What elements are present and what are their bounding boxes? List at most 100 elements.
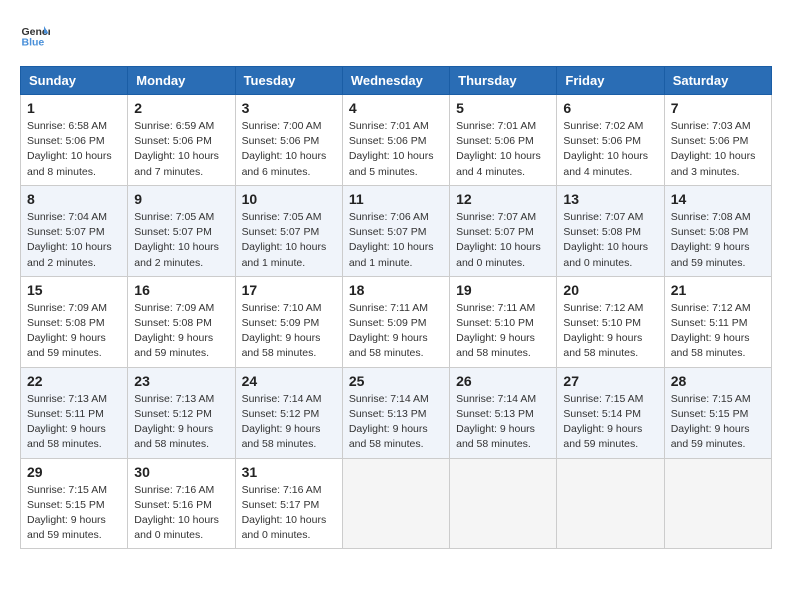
- calendar-cell: 5 Sunrise: 7:01 AM Sunset: 5:06 PM Dayli…: [450, 95, 557, 186]
- week-row-5: 29 Sunrise: 7:15 AM Sunset: 5:15 PM Dayl…: [21, 458, 772, 549]
- day-number: 29: [27, 464, 121, 480]
- day-info: Sunrise: 7:13 AM Sunset: 5:12 PM Dayligh…: [134, 392, 228, 453]
- day-info: Sunrise: 7:01 AM Sunset: 5:06 PM Dayligh…: [456, 119, 550, 180]
- calendar-cell: 23 Sunrise: 7:13 AM Sunset: 5:12 PM Dayl…: [128, 367, 235, 458]
- calendar-header-row: SundayMondayTuesdayWednesdayThursdayFrid…: [21, 67, 772, 95]
- calendar-cell: 25 Sunrise: 7:14 AM Sunset: 5:13 PM Dayl…: [342, 367, 449, 458]
- calendar-cell: 9 Sunrise: 7:05 AM Sunset: 5:07 PM Dayli…: [128, 185, 235, 276]
- calendar-cell: 11 Sunrise: 7:06 AM Sunset: 5:07 PM Dayl…: [342, 185, 449, 276]
- day-number: 9: [134, 191, 228, 207]
- calendar-cell: 4 Sunrise: 7:01 AM Sunset: 5:06 PM Dayli…: [342, 95, 449, 186]
- day-info: Sunrise: 7:12 AM Sunset: 5:10 PM Dayligh…: [563, 301, 657, 362]
- day-info: Sunrise: 7:08 AM Sunset: 5:08 PM Dayligh…: [671, 210, 765, 271]
- calendar-body: 1 Sunrise: 6:58 AM Sunset: 5:06 PM Dayli…: [21, 95, 772, 549]
- calendar-cell: 19 Sunrise: 7:11 AM Sunset: 5:10 PM Dayl…: [450, 276, 557, 367]
- calendar-cell: 14 Sunrise: 7:08 AM Sunset: 5:08 PM Dayl…: [664, 185, 771, 276]
- calendar-cell: 20 Sunrise: 7:12 AM Sunset: 5:10 PM Dayl…: [557, 276, 664, 367]
- calendar-cell: 27 Sunrise: 7:15 AM Sunset: 5:14 PM Dayl…: [557, 367, 664, 458]
- page-header: General Blue: [20, 20, 772, 50]
- day-number: 11: [349, 191, 443, 207]
- calendar-cell: 18 Sunrise: 7:11 AM Sunset: 5:09 PM Dayl…: [342, 276, 449, 367]
- day-info: Sunrise: 7:15 AM Sunset: 5:14 PM Dayligh…: [563, 392, 657, 453]
- day-info: Sunrise: 7:13 AM Sunset: 5:11 PM Dayligh…: [27, 392, 121, 453]
- day-info: Sunrise: 7:05 AM Sunset: 5:07 PM Dayligh…: [242, 210, 336, 271]
- calendar-cell: 10 Sunrise: 7:05 AM Sunset: 5:07 PM Dayl…: [235, 185, 342, 276]
- logo-icon: General Blue: [20, 20, 50, 50]
- day-number: 22: [27, 373, 121, 389]
- calendar-cell: 12 Sunrise: 7:07 AM Sunset: 5:07 PM Dayl…: [450, 185, 557, 276]
- svg-text:Blue: Blue: [22, 37, 45, 49]
- day-header-tuesday: Tuesday: [235, 67, 342, 95]
- day-info: Sunrise: 7:15 AM Sunset: 5:15 PM Dayligh…: [671, 392, 765, 453]
- calendar-cell: [450, 458, 557, 549]
- day-number: 7: [671, 100, 765, 116]
- calendar-cell: 29 Sunrise: 7:15 AM Sunset: 5:15 PM Dayl…: [21, 458, 128, 549]
- day-number: 14: [671, 191, 765, 207]
- day-info: Sunrise: 7:11 AM Sunset: 5:10 PM Dayligh…: [456, 301, 550, 362]
- day-number: 12: [456, 191, 550, 207]
- calendar-cell: 26 Sunrise: 7:14 AM Sunset: 5:13 PM Dayl…: [450, 367, 557, 458]
- day-number: 5: [456, 100, 550, 116]
- day-number: 17: [242, 282, 336, 298]
- day-info: Sunrise: 7:14 AM Sunset: 5:13 PM Dayligh…: [456, 392, 550, 453]
- week-row-2: 8 Sunrise: 7:04 AM Sunset: 5:07 PM Dayli…: [21, 185, 772, 276]
- calendar-cell: 1 Sunrise: 6:58 AM Sunset: 5:06 PM Dayli…: [21, 95, 128, 186]
- day-info: Sunrise: 7:15 AM Sunset: 5:15 PM Dayligh…: [27, 483, 121, 544]
- calendar-cell: 30 Sunrise: 7:16 AM Sunset: 5:16 PM Dayl…: [128, 458, 235, 549]
- day-info: Sunrise: 7:14 AM Sunset: 5:12 PM Dayligh…: [242, 392, 336, 453]
- calendar-cell: 8 Sunrise: 7:04 AM Sunset: 5:07 PM Dayli…: [21, 185, 128, 276]
- day-number: 6: [563, 100, 657, 116]
- day-number: 21: [671, 282, 765, 298]
- day-info: Sunrise: 7:03 AM Sunset: 5:06 PM Dayligh…: [671, 119, 765, 180]
- day-info: Sunrise: 7:02 AM Sunset: 5:06 PM Dayligh…: [563, 119, 657, 180]
- day-number: 30: [134, 464, 228, 480]
- day-number: 31: [242, 464, 336, 480]
- day-number: 16: [134, 282, 228, 298]
- calendar-cell: 16 Sunrise: 7:09 AM Sunset: 5:08 PM Dayl…: [128, 276, 235, 367]
- calendar-cell: 17 Sunrise: 7:10 AM Sunset: 5:09 PM Dayl…: [235, 276, 342, 367]
- day-info: Sunrise: 7:06 AM Sunset: 5:07 PM Dayligh…: [349, 210, 443, 271]
- day-number: 3: [242, 100, 336, 116]
- day-info: Sunrise: 7:10 AM Sunset: 5:09 PM Dayligh…: [242, 301, 336, 362]
- day-info: Sunrise: 6:59 AM Sunset: 5:06 PM Dayligh…: [134, 119, 228, 180]
- calendar-table: SundayMondayTuesdayWednesdayThursdayFrid…: [20, 66, 772, 549]
- day-info: Sunrise: 7:09 AM Sunset: 5:08 PM Dayligh…: [134, 301, 228, 362]
- day-number: 18: [349, 282, 443, 298]
- day-number: 10: [242, 191, 336, 207]
- calendar-cell: 28 Sunrise: 7:15 AM Sunset: 5:15 PM Dayl…: [664, 367, 771, 458]
- day-header-thursday: Thursday: [450, 67, 557, 95]
- day-info: Sunrise: 7:09 AM Sunset: 5:08 PM Dayligh…: [27, 301, 121, 362]
- calendar-cell: 15 Sunrise: 7:09 AM Sunset: 5:08 PM Dayl…: [21, 276, 128, 367]
- day-number: 27: [563, 373, 657, 389]
- day-number: 4: [349, 100, 443, 116]
- week-row-1: 1 Sunrise: 6:58 AM Sunset: 5:06 PM Dayli…: [21, 95, 772, 186]
- calendar-cell: 21 Sunrise: 7:12 AM Sunset: 5:11 PM Dayl…: [664, 276, 771, 367]
- day-number: 19: [456, 282, 550, 298]
- calendar-cell: 3 Sunrise: 7:00 AM Sunset: 5:06 PM Dayli…: [235, 95, 342, 186]
- day-number: 24: [242, 373, 336, 389]
- day-header-wednesday: Wednesday: [342, 67, 449, 95]
- calendar-cell: 24 Sunrise: 7:14 AM Sunset: 5:12 PM Dayl…: [235, 367, 342, 458]
- logo: General Blue: [20, 20, 54, 50]
- day-info: Sunrise: 7:05 AM Sunset: 5:07 PM Dayligh…: [134, 210, 228, 271]
- day-header-monday: Monday: [128, 67, 235, 95]
- day-info: Sunrise: 7:07 AM Sunset: 5:08 PM Dayligh…: [563, 210, 657, 271]
- calendar-cell: 7 Sunrise: 7:03 AM Sunset: 5:06 PM Dayli…: [664, 95, 771, 186]
- day-number: 20: [563, 282, 657, 298]
- calendar-cell: [664, 458, 771, 549]
- calendar-cell: 6 Sunrise: 7:02 AM Sunset: 5:06 PM Dayli…: [557, 95, 664, 186]
- day-info: Sunrise: 7:12 AM Sunset: 5:11 PM Dayligh…: [671, 301, 765, 362]
- calendar-cell: 22 Sunrise: 7:13 AM Sunset: 5:11 PM Dayl…: [21, 367, 128, 458]
- calendar-cell: [342, 458, 449, 549]
- day-info: Sunrise: 7:14 AM Sunset: 5:13 PM Dayligh…: [349, 392, 443, 453]
- day-info: Sunrise: 7:07 AM Sunset: 5:07 PM Dayligh…: [456, 210, 550, 271]
- day-info: Sunrise: 7:00 AM Sunset: 5:06 PM Dayligh…: [242, 119, 336, 180]
- day-number: 28: [671, 373, 765, 389]
- day-info: Sunrise: 7:16 AM Sunset: 5:16 PM Dayligh…: [134, 483, 228, 544]
- day-header-sunday: Sunday: [21, 67, 128, 95]
- day-number: 13: [563, 191, 657, 207]
- week-row-3: 15 Sunrise: 7:09 AM Sunset: 5:08 PM Dayl…: [21, 276, 772, 367]
- day-info: Sunrise: 6:58 AM Sunset: 5:06 PM Dayligh…: [27, 119, 121, 180]
- calendar-cell: [557, 458, 664, 549]
- day-header-saturday: Saturday: [664, 67, 771, 95]
